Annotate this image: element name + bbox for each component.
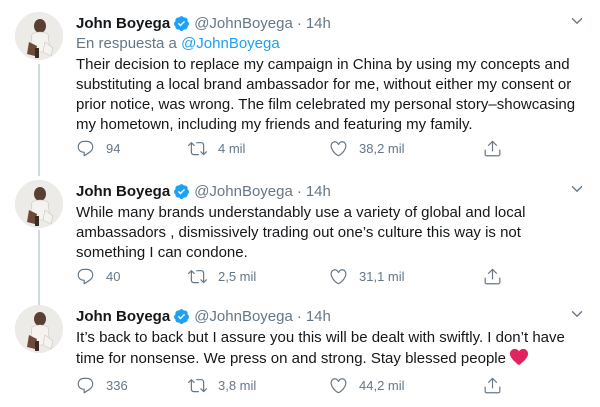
handle[interactable]: @JohnBoyega <box>194 308 293 325</box>
verified-badge-icon <box>174 15 190 31</box>
like-icon <box>330 268 347 284</box>
avatar[interactable] <box>15 180 63 228</box>
reply-count: 40 <box>106 268 121 284</box>
display-name[interactable]: John Boyega <box>76 15 170 32</box>
avatar[interactable] <box>15 305 63 353</box>
like-count: 38,2 mil <box>359 140 405 156</box>
tweet-text: It’s back to back but I assure you this … <box>76 328 586 369</box>
retweet-button[interactable]: 3,8 mil <box>188 376 256 395</box>
reply-button[interactable]: 336 <box>76 376 128 395</box>
reply-button[interactable]: 40 <box>76 267 120 286</box>
verified-badge-icon <box>174 183 190 199</box>
display-name[interactable]: John Boyega <box>76 183 170 200</box>
reply-context: En respuesta a @JohnBoyega <box>76 34 586 54</box>
retweet-count: 4 mil <box>218 140 246 156</box>
reply-icon <box>77 377 94 393</box>
share-button[interactable] <box>483 267 513 286</box>
share-icon <box>484 268 501 284</box>
retweet-button[interactable]: 4 mil <box>188 139 245 158</box>
red-heart-emoji <box>509 348 528 366</box>
tweet-body: John Boyega @JohnBoyega · 14h While many… <box>76 180 586 284</box>
retweet-button[interactable]: 2,5 mil <box>188 267 256 286</box>
retweet-icon <box>188 269 207 283</box>
tweet-text-content: It’s back to back but I assure you this … <box>76 329 565 367</box>
chevron-down-icon[interactable] <box>568 12 586 30</box>
retweet-icon <box>188 141 207 155</box>
reply-mention-link[interactable]: @JohnBoyega <box>181 35 280 52</box>
reply-button[interactable]: 94 <box>76 139 120 158</box>
tweet[interactable]: John Boyega @JohnBoyega · 14h En respues… <box>0 12 600 172</box>
retweet-count: 2,5 mil <box>218 268 257 284</box>
display-name[interactable]: John Boyega <box>76 308 170 325</box>
handle[interactable]: @JohnBoyega <box>194 183 293 200</box>
share-button[interactable] <box>483 139 513 158</box>
like-icon <box>330 140 347 156</box>
like-button[interactable]: 44,2 mil <box>329 376 405 395</box>
tweet-header: John Boyega @JohnBoyega · 14h <box>76 12 586 34</box>
tweet-header: John Boyega @JohnBoyega · 14h <box>76 180 586 202</box>
verified-badge-icon <box>174 308 190 324</box>
tweet-actions: 40 2,5 mil 31,1 mil <box>76 266 586 286</box>
reply-prefix: En respuesta a <box>76 35 177 52</box>
reply-icon <box>77 140 94 156</box>
tweet-body: John Boyega @JohnBoyega · 14h En respues… <box>76 12 586 156</box>
handle[interactable]: @JohnBoyega <box>194 15 293 32</box>
tweet[interactable]: John Boyega @JohnBoyega · 14h It’s back … <box>0 305 600 405</box>
retweet-count: 3,8 mil <box>218 377 257 393</box>
separator-dot: · <box>296 182 302 200</box>
like-count: 31,1 mil <box>359 268 405 284</box>
share-icon <box>484 140 501 156</box>
share-icon <box>484 377 501 393</box>
tweet-actions: 336 3,8 mil 44,2 mil <box>76 375 586 395</box>
like-button[interactable]: 38,2 mil <box>329 139 405 158</box>
tweet-body: John Boyega @JohnBoyega · 14h It’s back … <box>76 305 586 393</box>
like-count: 44,2 mil <box>359 377 405 393</box>
chevron-down-icon[interactable] <box>568 305 586 323</box>
share-button[interactable] <box>483 376 513 395</box>
separator-dot: · <box>296 14 302 32</box>
separator-dot: · <box>296 307 302 325</box>
chevron-down-icon[interactable] <box>568 180 586 198</box>
reply-count: 94 <box>106 140 121 156</box>
timestamp[interactable]: 14h <box>306 183 331 200</box>
timestamp[interactable]: 14h <box>306 308 331 325</box>
reply-count: 336 <box>106 377 128 393</box>
tweet-actions: 94 4 mil 38,2 mil <box>76 138 586 158</box>
like-button[interactable]: 31,1 mil <box>329 267 405 286</box>
avatar[interactable] <box>15 12 63 60</box>
timestamp[interactable]: 14h <box>306 15 331 32</box>
reply-icon <box>77 268 94 284</box>
retweet-icon <box>188 378 207 392</box>
like-icon <box>330 377 347 393</box>
tweet-header: John Boyega @JohnBoyega · 14h <box>76 305 586 327</box>
tweet[interactable]: John Boyega @JohnBoyega · 14h While many… <box>0 180 600 290</box>
tweet-text: Their decision to replace my campaign in… <box>76 56 576 133</box>
tweet-text: While many brands understandably use a v… <box>76 204 526 261</box>
